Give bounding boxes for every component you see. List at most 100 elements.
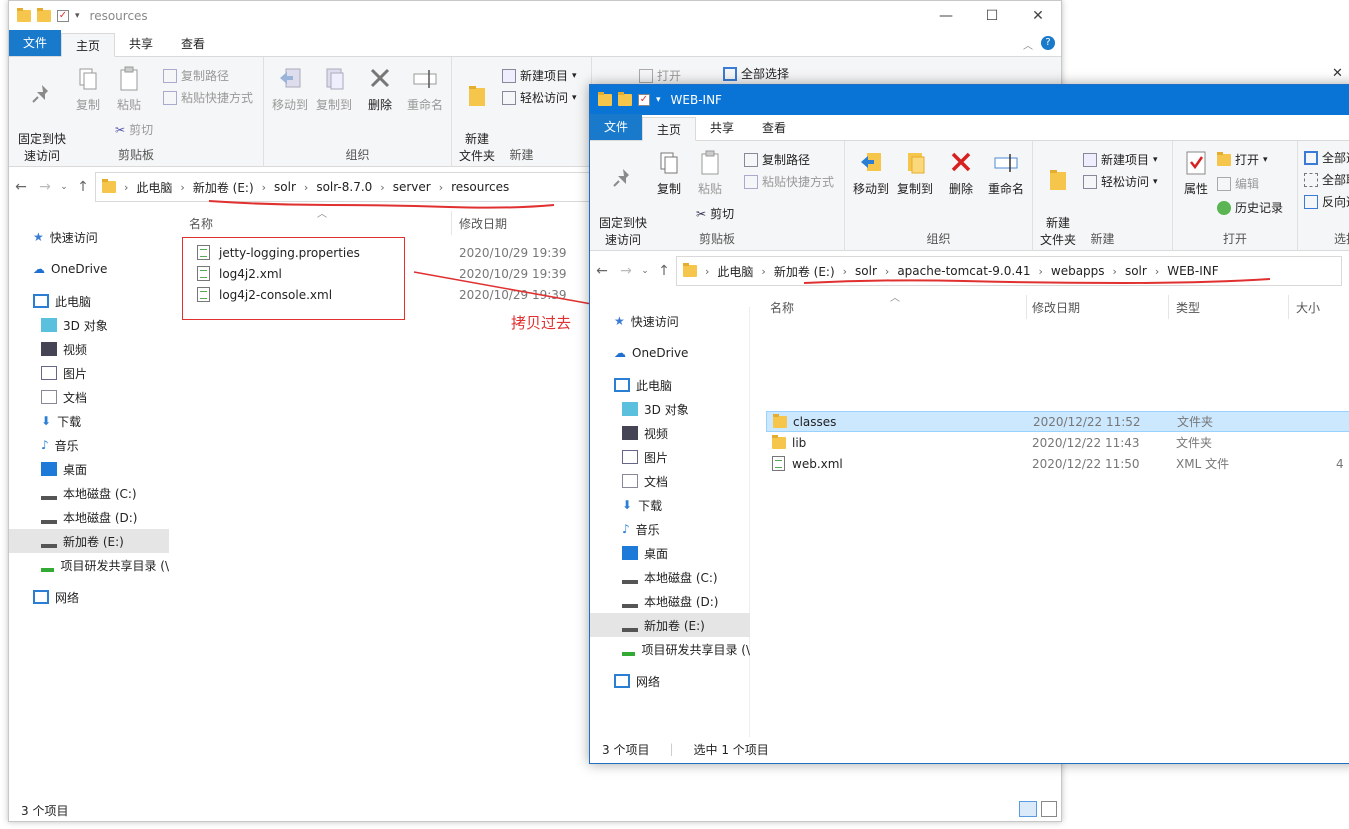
column-header-size[interactable]: 大小 [1296, 295, 1320, 319]
breadcrumb-this-pc[interactable]: 此电脑 [136, 179, 172, 196]
nav-pictures[interactable]: 图片 [622, 445, 668, 469]
easy-access-button[interactable]: 轻松访问 ▾ [502, 89, 577, 106]
paste-shortcut-button[interactable]: 粘贴快捷方式 [163, 89, 253, 106]
nav-drive-d[interactable]: 本地磁盘 (D:) [41, 505, 137, 529]
web-inf-explorer-window[interactable]: ✓ ▾ WEB-INF 文件 主页 共享 查看 固定到快 速访问 复制 粘贴 复… [589, 84, 1349, 764]
tab-share[interactable]: 共享 [115, 32, 167, 56]
copy-button[interactable]: 复制 [652, 149, 686, 198]
title-bar[interactable]: ✓ ▾ resources — ☐ ✕ [9, 1, 1061, 31]
copy-to-button[interactable]: 复制到 [893, 149, 937, 198]
nav-3d-objects[interactable]: 3D 对象 [41, 313, 108, 337]
nav-drive-e[interactable]: 新加卷 (E:) [590, 613, 750, 637]
nav-drive-c[interactable]: 本地磁盘 (C:) [622, 565, 718, 589]
nav-this-pc[interactable]: 此电脑 [33, 289, 91, 313]
delete-button[interactable]: 删除 [362, 65, 398, 114]
breadcrumb-solr[interactable]: solr [274, 180, 296, 194]
open-button[interactable]: 打开 ▾ [1217, 151, 1268, 168]
open-button[interactable]: 打开 [639, 67, 681, 84]
file-row[interactable]: web.xml 2020/12/22 11:50 XML 文件 4 [766, 453, 1349, 474]
forward-arrow-icon[interactable]: → [33, 179, 57, 195]
tab-view[interactable]: 查看 [167, 32, 219, 56]
tab-share[interactable]: 共享 [696, 116, 748, 140]
select-none-button[interactable]: 全部取 [1304, 171, 1349, 188]
new-folder-qat-icon[interactable] [37, 8, 51, 22]
nav-onedrive[interactable]: ☁ OneDrive [614, 341, 688, 365]
recent-dropdown-icon[interactable]: ⌄ [638, 266, 652, 276]
recent-dropdown-icon[interactable]: ⌄ [57, 182, 71, 192]
paste-shortcut-button[interactable]: 粘贴快捷方式 [744, 173, 834, 190]
nav-network-share[interactable]: 项目研发共享目录 (\ [622, 637, 750, 661]
nav-desktop[interactable]: 桌面 [622, 541, 668, 565]
nav-documents[interactable]: 文档 [41, 385, 87, 409]
maximize-button[interactable]: ☐ [969, 1, 1015, 31]
properties-qat-icon[interactable]: ✓ [638, 94, 650, 106]
nav-drive-d[interactable]: 本地磁盘 (D:) [622, 589, 718, 613]
new-item-button[interactable]: 新建项目 ▾ [1083, 151, 1158, 168]
large-icons-view-icon[interactable] [1041, 801, 1057, 817]
cut-button[interactable]: ✂ 剪切 [115, 121, 153, 138]
forward-arrow-icon[interactable]: → [614, 263, 638, 279]
nav-onedrive[interactable]: ☁ OneDrive [33, 257, 107, 281]
select-all-button[interactable]: 全部选 [1304, 149, 1349, 166]
tab-file[interactable]: 文件 [9, 30, 62, 56]
copy-button[interactable]: 复制 [71, 65, 105, 114]
tab-home[interactable]: 主页 [61, 33, 116, 57]
help-icon[interactable]: ? [1041, 36, 1055, 50]
properties-qat-icon[interactable]: ✓ [57, 10, 69, 22]
tab-home[interactable]: 主页 [642, 117, 697, 141]
edit-button[interactable]: 编辑 [1217, 175, 1259, 192]
move-to-button[interactable]: 移动到 [268, 65, 312, 114]
breadcrumb-server[interactable]: server [393, 180, 431, 194]
qat-dropdown-icon[interactable]: ▾ [75, 11, 80, 21]
back-arrow-icon[interactable]: ← [9, 179, 33, 195]
nav-network-share[interactable]: 项目研发共享目录 (\ [41, 553, 169, 577]
history-button[interactable]: 历史记录 [1217, 199, 1283, 216]
rename-button[interactable]: 重命名 [983, 149, 1029, 198]
easy-access-button[interactable]: 轻松访问 ▾ [1083, 173, 1158, 190]
nav-drive-c[interactable]: 本地磁盘 (C:) [41, 481, 137, 505]
up-arrow-icon[interactable]: ↑ [652, 263, 676, 279]
select-all-button[interactable]: 全部选择 [723, 65, 789, 82]
breadcrumb-this-pc[interactable]: 此电脑 [717, 263, 753, 280]
up-arrow-icon[interactable]: ↑ [71, 179, 95, 195]
close-icon[interactable]: ✕ [1332, 66, 1343, 81]
minimize-button[interactable]: — [923, 1, 969, 31]
collapse-ribbon-icon[interactable]: ︿ [1023, 37, 1033, 52]
column-divider[interactable] [1288, 295, 1289, 319]
breadcrumb-resources[interactable]: resources [451, 180, 509, 194]
nav-desktop[interactable]: 桌面 [41, 457, 87, 481]
column-header-type[interactable]: 类型 [1176, 295, 1200, 319]
column-divider[interactable] [1168, 295, 1169, 319]
column-header-name[interactable]: 名称 [770, 295, 794, 319]
nav-pictures[interactable]: 图片 [41, 361, 87, 385]
nav-quick-access[interactable]: ★ 快速访问 [33, 225, 98, 249]
rename-button[interactable]: 重命名 [402, 65, 448, 114]
nav-quick-access[interactable]: ★ 快速访问 [614, 309, 679, 333]
details-view-icon[interactable] [1019, 801, 1037, 817]
back-arrow-icon[interactable]: ← [590, 263, 614, 279]
column-header-date[interactable]: 修改日期 [1032, 295, 1080, 319]
nav-this-pc[interactable]: 此电脑 [614, 373, 672, 397]
file-row[interactable]: lib 2020/12/22 11:43 文件夹 [766, 432, 1349, 453]
qat-dropdown-icon[interactable]: ▾ [656, 95, 661, 105]
new-item-button[interactable]: 新建项目 ▾ [502, 67, 577, 84]
nav-drive-e[interactable]: 新加卷 (E:) [9, 529, 169, 553]
nav-downloads[interactable]: ⬇ 下载 [41, 409, 81, 433]
column-divider[interactable] [1026, 295, 1027, 319]
close-button[interactable]: ✕ [1015, 1, 1061, 31]
file-row-selected[interactable]: classes 2020/12/22 11:52 文件夹 [766, 411, 1349, 432]
column-header-date[interactable]: 修改日期 [459, 211, 507, 235]
breadcrumb-drive-e[interactable]: 新加卷 (E:) [193, 179, 254, 196]
nav-videos[interactable]: 视频 [622, 421, 668, 445]
invert-selection-button[interactable]: 反向选 [1304, 193, 1349, 210]
copy-path-button[interactable]: 复制路径 [744, 151, 810, 168]
nav-music[interactable]: ♪ 音乐 [622, 517, 660, 541]
nav-3d-objects[interactable]: 3D 对象 [622, 397, 689, 421]
nav-music[interactable]: ♪ 音乐 [41, 433, 79, 457]
tab-view[interactable]: 查看 [748, 116, 800, 140]
nav-network[interactable]: 网络 [614, 669, 660, 693]
move-to-button[interactable]: 移动到 [849, 149, 893, 198]
copy-to-button[interactable]: 复制到 [312, 65, 356, 114]
tab-file[interactable]: 文件 [590, 114, 643, 140]
nav-videos[interactable]: 视频 [41, 337, 87, 361]
